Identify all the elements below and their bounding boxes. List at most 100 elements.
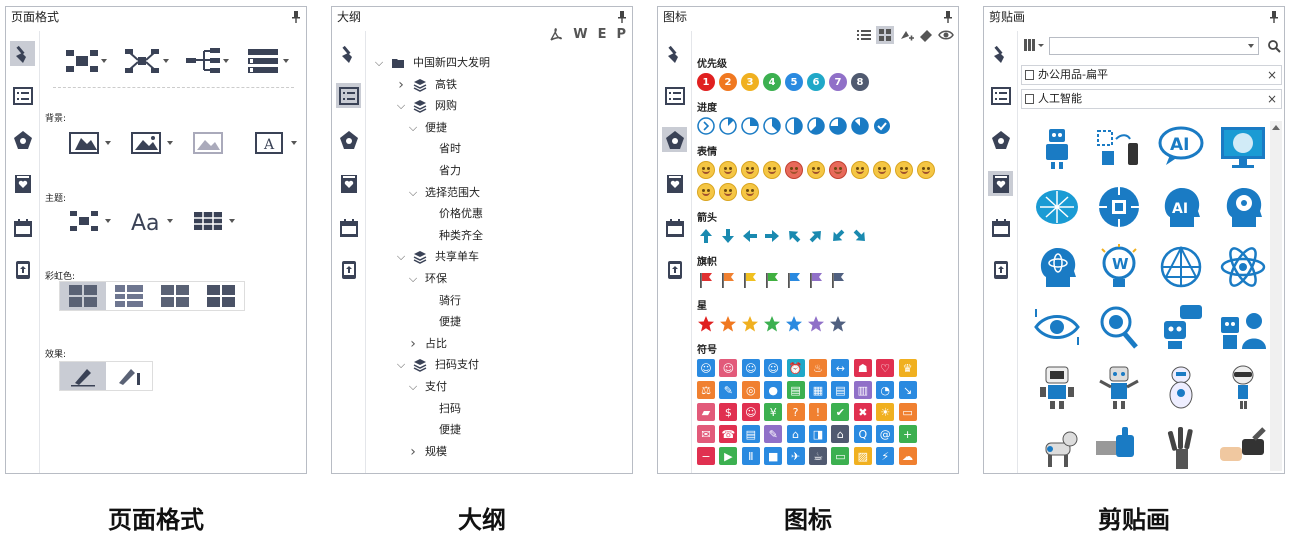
star-icon[interactable] — [763, 315, 781, 333]
symbol-icon[interactable]: ⏰ — [786, 359, 805, 377]
clipart-heart-icon[interactable] — [988, 171, 1013, 196]
rainbow-option-4[interactable] — [198, 282, 244, 310]
robot-dog-icon[interactable] — [1027, 421, 1087, 473]
chevron-down-icon[interactable]: ⌵ — [407, 183, 419, 203]
chevron-down-icon[interactable]: ⌵ — [395, 355, 407, 375]
eye-circuit-icon[interactable] — [1027, 301, 1087, 353]
upload-tablet-icon[interactable] — [988, 257, 1013, 282]
symbol-icon[interactable]: ▨ — [853, 447, 872, 465]
symbol-icon[interactable]: ▤ — [831, 381, 850, 399]
symbol-icon[interactable]: ⚖ — [697, 381, 715, 399]
symbol-icon[interactable]: ⌂ — [786, 425, 805, 443]
symbol-icon[interactable]: ◔ — [876, 381, 895, 399]
robot-white-icon[interactable] — [1151, 361, 1211, 413]
calendar-icon[interactable] — [988, 215, 1013, 240]
robot-screen-icon[interactable] — [1027, 361, 1087, 413]
progress-icon[interactable] — [851, 117, 869, 135]
chevron-down-icon[interactable]: ⌵ — [407, 377, 419, 397]
symbol-icon[interactable]: ♛ — [898, 359, 917, 377]
layout-mindmap-button[interactable] — [53, 45, 111, 77]
outline-list-icon[interactable] — [988, 83, 1013, 108]
priority-6-icon[interactable]: 6 — [807, 73, 825, 91]
symbol-icon[interactable]: ♨ — [809, 359, 827, 377]
emoji-icon[interactable] — [829, 161, 847, 179]
icons-gem-icon[interactable] — [662, 127, 687, 152]
symbol-icon[interactable]: ● — [764, 381, 783, 399]
arrow-icon[interactable] — [719, 227, 737, 245]
clipart-heart-icon[interactable] — [10, 171, 35, 196]
progress-icon[interactable] — [807, 117, 825, 135]
tree-node[interactable]: › 规模 — [407, 442, 447, 462]
arrow-icon[interactable] — [763, 227, 781, 245]
symbol-icon[interactable]: ♡ — [876, 359, 895, 377]
flag-icon[interactable] — [697, 271, 715, 289]
symbol-icon[interactable]: ▤ — [741, 425, 760, 443]
priority-5-icon[interactable]: 5 — [785, 73, 803, 91]
symbol-icon[interactable]: ▦ — [809, 381, 827, 399]
arrow-icon[interactable] — [851, 227, 869, 245]
eye-icon[interactable] — [938, 27, 954, 43]
flag-icon[interactable] — [763, 271, 781, 289]
background-image-button[interactable] — [115, 127, 177, 159]
chevron-down-icon[interactable]: ⌵ — [407, 269, 419, 289]
tree-node[interactable]: › 高铁 — [395, 75, 457, 95]
tree-node[interactable]: 扫码 — [439, 399, 461, 419]
tree-node[interactable]: 省力 — [439, 161, 461, 181]
symbol-icon[interactable]: ? — [786, 403, 805, 421]
star-icon[interactable] — [741, 315, 759, 333]
tree-node[interactable]: ⌵ 扫码支付 — [395, 355, 479, 375]
emoji-icon[interactable] — [873, 161, 891, 179]
clipart-search-input[interactable] — [1049, 37, 1259, 55]
add-icon-icon[interactable] — [898, 27, 914, 43]
tree-node[interactable]: ⌵ 环保 — [407, 269, 447, 289]
calendar-icon[interactable] — [336, 215, 361, 240]
effect-pen-button[interactable] — [60, 362, 106, 390]
symbol-icon[interactable]: Q — [853, 425, 872, 443]
symbol-icon[interactable]: $ — [719, 403, 738, 421]
emoji-icon[interactable] — [741, 183, 759, 201]
outline-list-icon[interactable] — [10, 83, 35, 108]
symbol-icon[interactable]: ☺ — [764, 359, 783, 377]
tree-node[interactable]: ⌵ 支付 — [407, 377, 447, 397]
progress-icon[interactable] — [719, 117, 737, 135]
symbol-icon[interactable]: ☀ — [876, 403, 895, 421]
robot-hand-icon[interactable] — [1089, 421, 1149, 473]
symbol-icon[interactable]: ▶ — [719, 447, 738, 465]
upload-tablet-icon[interactable] — [336, 257, 361, 282]
ai-head-icon[interactable]: AI — [1151, 181, 1211, 233]
format-brush-icon[interactable] — [988, 41, 1013, 66]
mechanical-hand-icon[interactable] — [1151, 421, 1211, 473]
symbol-icon[interactable]: Ⅱ — [741, 447, 760, 465]
robot-arms-icon[interactable] — [1089, 361, 1149, 413]
icons-gem-icon[interactable] — [988, 127, 1013, 152]
tree-node[interactable]: 种类齐全 — [439, 226, 483, 246]
clear-icon-icon[interactable] — [918, 27, 934, 43]
priority-3-icon[interactable]: 3 — [741, 73, 759, 91]
layout-list-button[interactable] — [233, 45, 293, 77]
list-view-icon[interactable] — [856, 27, 872, 43]
clipart-heart-icon[interactable] — [336, 171, 361, 196]
atom-icon[interactable] — [1213, 241, 1273, 293]
format-brush-icon[interactable] — [336, 41, 361, 66]
symbol-icon[interactable]: ◎ — [741, 381, 760, 399]
magnifier-brain-icon[interactable] — [1089, 301, 1149, 353]
rainbow-option-2[interactable] — [106, 282, 152, 310]
upload-tablet-icon[interactable] — [10, 257, 35, 282]
excel-export-button[interactable]: E — [598, 27, 607, 42]
progress-icon[interactable] — [697, 117, 715, 135]
tree-node[interactable]: ⌵ 共享单车 — [395, 247, 479, 267]
pin-icon[interactable] — [618, 11, 626, 23]
emoji-icon[interactable] — [763, 161, 781, 179]
progress-icon[interactable] — [873, 117, 891, 135]
scroll-up-icon[interactable] — [1272, 125, 1280, 130]
symbol-icon[interactable]: ☺ — [719, 359, 738, 377]
priority-7-icon[interactable]: 7 — [829, 73, 847, 91]
symbol-icon[interactable]: ▥ — [853, 381, 872, 399]
star-icon[interactable] — [719, 315, 737, 333]
symbol-icon[interactable]: ☎ — [719, 425, 738, 443]
symbol-icon[interactable]: ✎ — [719, 381, 738, 399]
tree-node[interactable]: 便捷 — [439, 312, 461, 332]
symbol-icon[interactable]: ✔ — [831, 403, 850, 421]
search-icon[interactable] — [1267, 39, 1281, 53]
outline-list-icon[interactable] — [662, 83, 687, 108]
